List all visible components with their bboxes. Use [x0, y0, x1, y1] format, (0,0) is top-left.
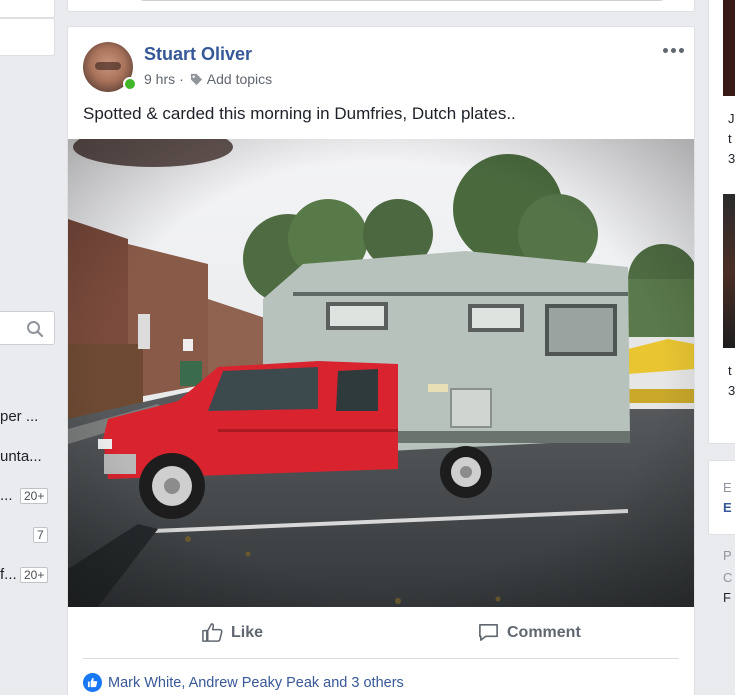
right-thumbnail[interactable]	[723, 0, 735, 96]
post-photo[interactable]	[68, 139, 694, 607]
thumbs-up-icon	[202, 623, 223, 642]
right-snippet: 3	[728, 151, 735, 166]
comment-icon	[479, 624, 498, 641]
right-snippet[interactable]: t	[728, 362, 732, 380]
sidebar-item[interactable]: ...	[0, 486, 13, 506]
camper-photo-image	[68, 139, 694, 607]
reactions-summary[interactable]: Mark White, Andrew Peaky Peak and 3 othe…	[83, 673, 404, 692]
composer-card	[67, 0, 695, 12]
right-snippet[interactable]: J	[728, 110, 735, 128]
footer-link[interactable]: F	[723, 590, 731, 605]
like-reaction-icon	[83, 673, 102, 692]
post-author-name[interactable]: Stuart Oliver	[144, 44, 252, 65]
sidebar-item[interactable]: f...	[0, 565, 17, 585]
comment-button[interactable]: Comment	[477, 621, 581, 644]
footer-link[interactable]: C	[723, 570, 732, 585]
comment-label: Comment	[507, 623, 581, 641]
like-button[interactable]: Like	[201, 621, 263, 644]
composer-input[interactable]	[138, 0, 666, 1]
feed-post: Stuart Oliver 9 hrs · Add topics Spotted…	[67, 26, 695, 695]
search-input[interactable]	[0, 311, 55, 345]
post-timestamp[interactable]: 9 hrs	[144, 71, 175, 87]
meta-separator: ·	[179, 71, 184, 87]
sidebar-box[interactable]	[0, 18, 55, 56]
right-card-link[interactable]: E	[723, 500, 732, 515]
sidebar-count-badge: 20+	[20, 488, 49, 504]
avatar-detail	[95, 62, 121, 70]
right-snippet: 3	[728, 383, 735, 398]
right-snippet: t	[728, 131, 732, 146]
tag-icon	[190, 73, 202, 85]
post-options-icon[interactable]	[662, 43, 684, 57]
right-thumbnail[interactable]	[723, 194, 735, 348]
right-sidebar-card	[708, 460, 735, 535]
post-meta: 9 hrs · Add topics	[144, 71, 272, 87]
sidebar-item[interactable]: unta...	[0, 447, 42, 467]
online-status-icon	[123, 77, 137, 91]
search-icon	[27, 321, 44, 338]
like-label: Like	[231, 623, 264, 641]
sidebar-count-badge: 20+	[20, 567, 49, 583]
post-actions: Like Comment	[68, 607, 694, 659]
divider	[83, 658, 679, 659]
footer-link[interactable]: P	[723, 548, 732, 563]
add-topics-link[interactable]: Add topics	[207, 71, 272, 87]
reactions-names[interactable]: Mark White, Andrew Peaky Peak and 3 othe…	[108, 675, 404, 691]
sidebar-box	[0, 0, 55, 18]
sidebar-count-badge: 7	[33, 527, 48, 543]
sidebar-item[interactable]: per ...	[0, 407, 38, 427]
left-sidebar: per ... unta... ... 20+ 7 f... 20+	[0, 0, 55, 695]
post-text: Spotted & carded this morning in Dumfrie…	[83, 104, 516, 123]
right-card-label: E	[723, 480, 732, 495]
